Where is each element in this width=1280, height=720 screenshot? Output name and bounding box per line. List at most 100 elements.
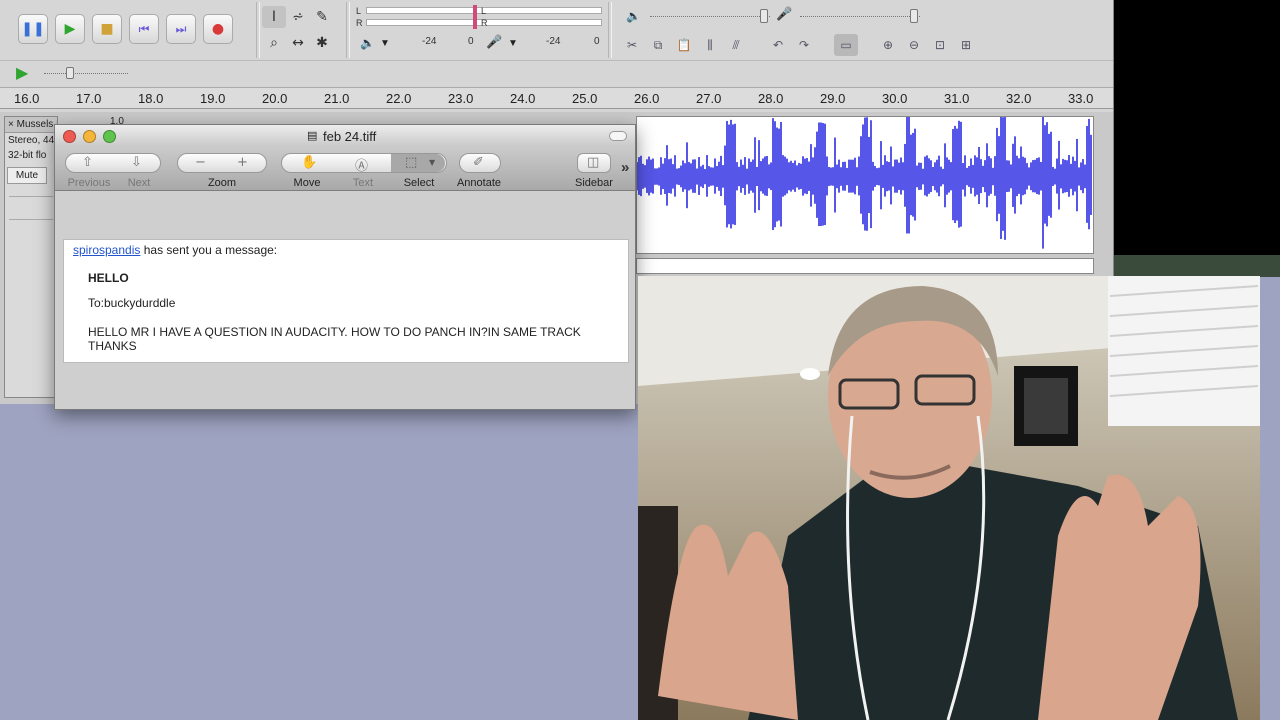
redo-icon[interactable]: ↷ (792, 34, 816, 56)
timeline-ruler[interactable]: 16.0 17.0 18.0 19.0 20.0 21.0 22.0 23.0 24.0 25.0… (0, 87, 1113, 109)
zoom-window-button[interactable] (103, 130, 116, 143)
toolbar-overflow-button[interactable]: » (621, 159, 629, 176)
cut-icon[interactable]: ✂ (620, 34, 644, 56)
ruler-tick: 33.0 (1068, 91, 1094, 106)
record-dropdown-icon[interactable]: ▼ (508, 38, 518, 49)
text-tool-icon[interactable]: Ⓐ (355, 155, 368, 174)
playback-dropdown-icon[interactable]: ▼ (380, 38, 390, 49)
silence-icon[interactable]: ⫻ (724, 34, 748, 56)
waveform-graphic (636, 97, 1092, 249)
ruler-tick: 17.0 (76, 91, 102, 106)
track-name-button[interactable]: × Mussels MP (5, 117, 57, 133)
envelope-tool-icon[interactable]: ⩫ (286, 6, 310, 28)
skip-end-button[interactable]: ⏭ (166, 14, 196, 44)
pause-button[interactable]: ❚❚ (18, 14, 48, 44)
message-body-line-2: THANKS (88, 339, 137, 353)
minimize-button[interactable] (83, 130, 96, 143)
stop-icon: ■ (100, 21, 114, 37)
zoom-out-icon[interactable]: − (195, 155, 206, 170)
text-button[interactable]: Text (337, 177, 389, 189)
timeshift-tool-icon[interactable]: ↔ (286, 32, 310, 54)
message-subject: HELLO (88, 271, 129, 285)
annotate-button[interactable]: Annotate (451, 177, 507, 189)
down-arrow-icon[interactable]: ⇩ (131, 155, 142, 170)
trim-icon[interactable]: ⫼ (698, 34, 722, 56)
edit-toolbar: ✂ ⧉ 📋 ⫼ ⫻ ↶ ↷ ▭ ⊕ ⊖ ⊡ ⊞ (620, 30, 980, 60)
ruler-tick: 32.0 (1006, 91, 1032, 106)
close-button[interactable] (63, 130, 76, 143)
preview-titlebar[interactable]: ▤ feb 24.tiff (55, 125, 635, 147)
play-button[interactable]: ▶ (55, 14, 85, 44)
selection-tool-icon[interactable]: I (262, 6, 286, 28)
select-button[interactable]: Select (393, 177, 445, 189)
ruler-tick: 19.0 (200, 91, 226, 106)
up-arrow-icon[interactable]: ⇧ (82, 155, 93, 170)
previous-button[interactable]: Previous (67, 177, 111, 189)
multi-tool-icon[interactable]: ✱ (310, 32, 334, 54)
ruler-tick: 24.0 (510, 91, 536, 106)
message-body-line-1: HELLO MR I HAVE A QUESTION IN AUDACITY. … (88, 325, 581, 339)
gain-slider[interactable] (9, 196, 53, 197)
stop-button[interactable]: ■ (92, 14, 122, 44)
meter-left-label-r: R (356, 18, 363, 28)
select-dropdown-icon[interactable]: ▼ (429, 158, 435, 167)
pause-icon: ❚❚ (21, 21, 45, 37)
move-button[interactable]: Move (281, 177, 333, 189)
ruler-tick: 29.0 (820, 91, 846, 106)
prev-next-segment (65, 153, 161, 173)
annotate-icon[interactable]: ✐ (473, 155, 484, 170)
track-bit-depth: 32-bit flo (8, 150, 47, 161)
desktop-background (1114, 255, 1280, 277)
draw-tool-icon[interactable]: ✎ (310, 6, 334, 28)
fit-project-icon[interactable]: ⊞ (954, 34, 978, 56)
zoom-out-icon[interactable]: ⊖ (902, 34, 926, 56)
sidebar-button[interactable]: Sidebar (569, 177, 619, 189)
tools-toolbar: I ⩫ ✎ ⌕ ↔ ✱ (262, 6, 342, 54)
waveform-panel[interactable] (636, 97, 1094, 254)
skip-start-icon: ⏮ (138, 21, 150, 36)
toolbar-toggle-button[interactable] (609, 131, 627, 141)
input-volume-thumb[interactable] (910, 9, 918, 23)
undo-icon[interactable]: ↶ (766, 34, 790, 56)
transport-toolbar: ❚❚ ▶ ■ ⏮ ⏭ ● (18, 14, 240, 44)
message-image: spirospandis has sent you a message: HEL… (63, 239, 629, 363)
input-volume-slider[interactable] (800, 16, 920, 17)
sender-link[interactable]: spirospandis (73, 243, 140, 257)
pan-slider[interactable] (9, 219, 53, 220)
record-button[interactable]: ● (203, 14, 233, 44)
ruler-tick: 31.0 (944, 91, 970, 106)
sender-suffix: has sent you a message: (143, 243, 278, 257)
ruler-tick: 16.0 (14, 91, 40, 106)
speaker-icon: 🔈 (360, 36, 375, 50)
next-button[interactable]: Next (117, 177, 161, 189)
hand-icon[interactable]: ✋ (301, 155, 317, 170)
output-volume-slider[interactable] (650, 16, 770, 17)
file-icon: ▤ (307, 129, 318, 142)
output-volume-icon: 🔈 (626, 9, 641, 23)
select-icon[interactable]: ⬚ (405, 155, 417, 170)
message-recipient: To:buckydurddle (88, 296, 176, 310)
play-at-speed-icon[interactable]: ▶ (16, 63, 28, 82)
play-speed-slider[interactable] (44, 73, 128, 74)
mute-button[interactable]: Mute (7, 167, 47, 184)
second-track-strip[interactable] (636, 258, 1094, 274)
track-control-panel: × Mussels MP Stereo, 44 32-bit flo Mute (4, 116, 58, 398)
zoom-in-icon[interactable]: + (237, 155, 248, 170)
ruler-tick: 26.0 (634, 91, 660, 106)
sidebar-icon[interactable]: ◫ (587, 155, 599, 170)
copy-icon[interactable]: ⧉ (646, 34, 670, 56)
zoom-label: Zoom (207, 177, 237, 189)
zoom-in-icon[interactable]: ⊕ (876, 34, 900, 56)
sync-lock-icon[interactable]: ▭ (834, 34, 858, 56)
paste-icon[interactable]: 📋 (672, 34, 696, 56)
zoom-tool-icon[interactable]: ⌕ (262, 32, 286, 54)
skip-start-button[interactable]: ⏮ (129, 14, 159, 44)
select-active-bg (391, 154, 445, 172)
meter-left-label-l: L (356, 6, 362, 16)
fit-selection-icon[interactable]: ⊡ (928, 34, 952, 56)
play-speed-thumb[interactable] (66, 67, 74, 79)
preview-toolbar: ⇧ ⇩ Previous Next − + Zoom ✋ Ⓐ ⬚ ▼ Move … (55, 147, 635, 191)
db-mark-3: -24 (546, 36, 561, 47)
output-volume-thumb[interactable] (760, 9, 768, 23)
meter-right-label-l: L (481, 6, 487, 16)
